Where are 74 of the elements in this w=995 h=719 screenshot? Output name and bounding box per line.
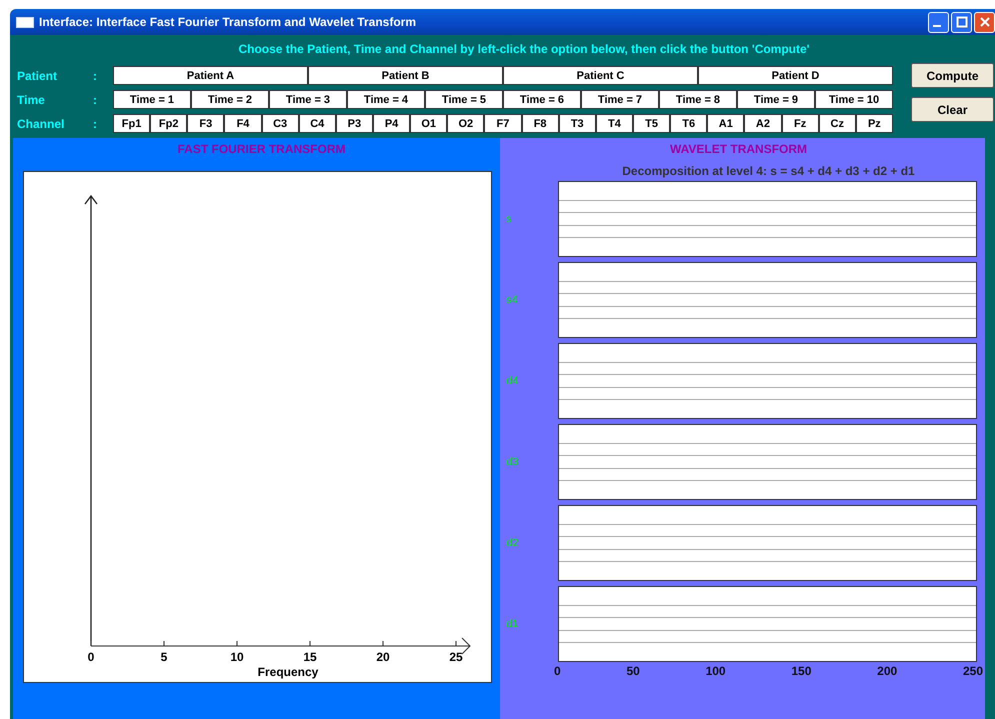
tick-label: 50 bbox=[626, 664, 640, 678]
tick-label: 15 bbox=[303, 650, 317, 664]
panel-title: WAVELET TRANSFORM bbox=[670, 141, 808, 156]
option-button[interactable]: Time = 5 bbox=[425, 90, 503, 109]
option-button[interactable]: Patient B bbox=[308, 66, 503, 85]
band-label: s4 bbox=[505, 294, 519, 306]
option-button[interactable]: Pz bbox=[856, 114, 893, 133]
option-button[interactable]: Time = 3 bbox=[269, 90, 347, 109]
window-icon bbox=[16, 16, 34, 28]
minimize-button[interactable] bbox=[928, 12, 949, 32]
clear-button[interactable]: Clear bbox=[911, 97, 994, 122]
option-button[interactable]: Time = 6 bbox=[503, 90, 581, 109]
option-button[interactable]: Fz bbox=[782, 114, 819, 133]
option-button[interactable]: F3 bbox=[187, 114, 224, 133]
tick-label: 5 bbox=[160, 650, 168, 664]
tick-label: 0 bbox=[554, 664, 561, 678]
option-button[interactable]: O2 bbox=[447, 114, 484, 133]
row-label: Patient bbox=[16, 68, 58, 82]
option-button[interactable]: P3 bbox=[336, 114, 373, 133]
option-button[interactable]: Cz bbox=[818, 114, 856, 133]
instruction-text: Choose the Patient, Time and Channel by left-click the option below, then click the button 'Compute' bbox=[237, 41, 811, 58]
colon: : bbox=[93, 68, 98, 82]
band-label: d3 bbox=[505, 456, 520, 468]
band-label: d2 bbox=[505, 537, 520, 549]
option-button[interactable]: P4 bbox=[372, 114, 410, 133]
row-label: Time bbox=[16, 92, 46, 106]
band-label: d4 bbox=[505, 375, 520, 387]
tick-label: 20 bbox=[376, 650, 390, 664]
tick-label: 250 bbox=[962, 664, 983, 678]
panel-title: FAST FOURIER TRANSFORM bbox=[178, 141, 346, 156]
minimize-icon bbox=[933, 24, 941, 26]
option-button[interactable]: Time = 1 bbox=[113, 90, 191, 109]
option-button[interactable]: O1 bbox=[410, 114, 448, 133]
tick-label: 150 bbox=[791, 664, 812, 678]
option-button[interactable]: Time = 9 bbox=[737, 90, 815, 109]
option-button[interactable]: F7 bbox=[484, 114, 522, 133]
decomposition-text: Decomposition at level 4: s = s4 + d4 + d3 + d2 + d1 bbox=[622, 164, 915, 178]
tick-label: 100 bbox=[706, 664, 726, 678]
option-button[interactable]: C3 bbox=[262, 114, 299, 133]
tick-label: 25 bbox=[449, 650, 463, 664]
option-button[interactable]: C4 bbox=[298, 114, 336, 133]
close-button[interactable] bbox=[974, 12, 995, 32]
option-button[interactable]: T6 bbox=[670, 114, 708, 133]
option-button[interactable]: Time = 8 bbox=[659, 90, 737, 109]
tick-label: 200 bbox=[877, 664, 898, 678]
maximize-icon bbox=[956, 16, 968, 28]
option-button[interactable]: T4 bbox=[596, 114, 633, 133]
option-button[interactable]: Fp1 bbox=[113, 114, 150, 133]
window-title: Interface: Interface Fast Fourier Transform and Wavelet Transform bbox=[39, 15, 417, 29]
option-button[interactable]: Fp2 bbox=[150, 114, 188, 133]
option-button[interactable]: F4 bbox=[224, 114, 262, 133]
option-button[interactable]: T5 bbox=[632, 114, 670, 133]
tick-label: 0 bbox=[88, 650, 94, 664]
band-label: s bbox=[505, 213, 512, 225]
compute-button[interactable]: Compute bbox=[911, 63, 994, 88]
option-button[interactable]: Time = 7 bbox=[581, 90, 659, 109]
row-label: Channel bbox=[16, 116, 66, 130]
band-label: d1 bbox=[505, 618, 520, 630]
close-icon bbox=[978, 16, 990, 28]
option-button[interactable]: Patient C bbox=[503, 66, 698, 85]
option-button[interactable]: A1 bbox=[707, 114, 744, 133]
option-button[interactable]: F8 bbox=[522, 114, 559, 133]
axis-label: Frequency bbox=[258, 665, 318, 679]
option-button[interactable]: Patient D bbox=[698, 66, 893, 85]
tick-label: 10 bbox=[230, 650, 244, 664]
option-button[interactable]: Time = 4 bbox=[347, 90, 425, 109]
option-button[interactable]: T3 bbox=[558, 114, 596, 133]
maximize-button[interactable] bbox=[951, 12, 972, 32]
colon: : bbox=[93, 92, 98, 106]
option-button[interactable]: Time = 10 bbox=[815, 90, 893, 109]
colon: : bbox=[93, 116, 98, 130]
option-button[interactable]: A2 bbox=[744, 114, 782, 133]
option-button[interactable]: Time = 2 bbox=[191, 90, 269, 109]
option-button[interactable]: Patient A bbox=[113, 66, 308, 85]
